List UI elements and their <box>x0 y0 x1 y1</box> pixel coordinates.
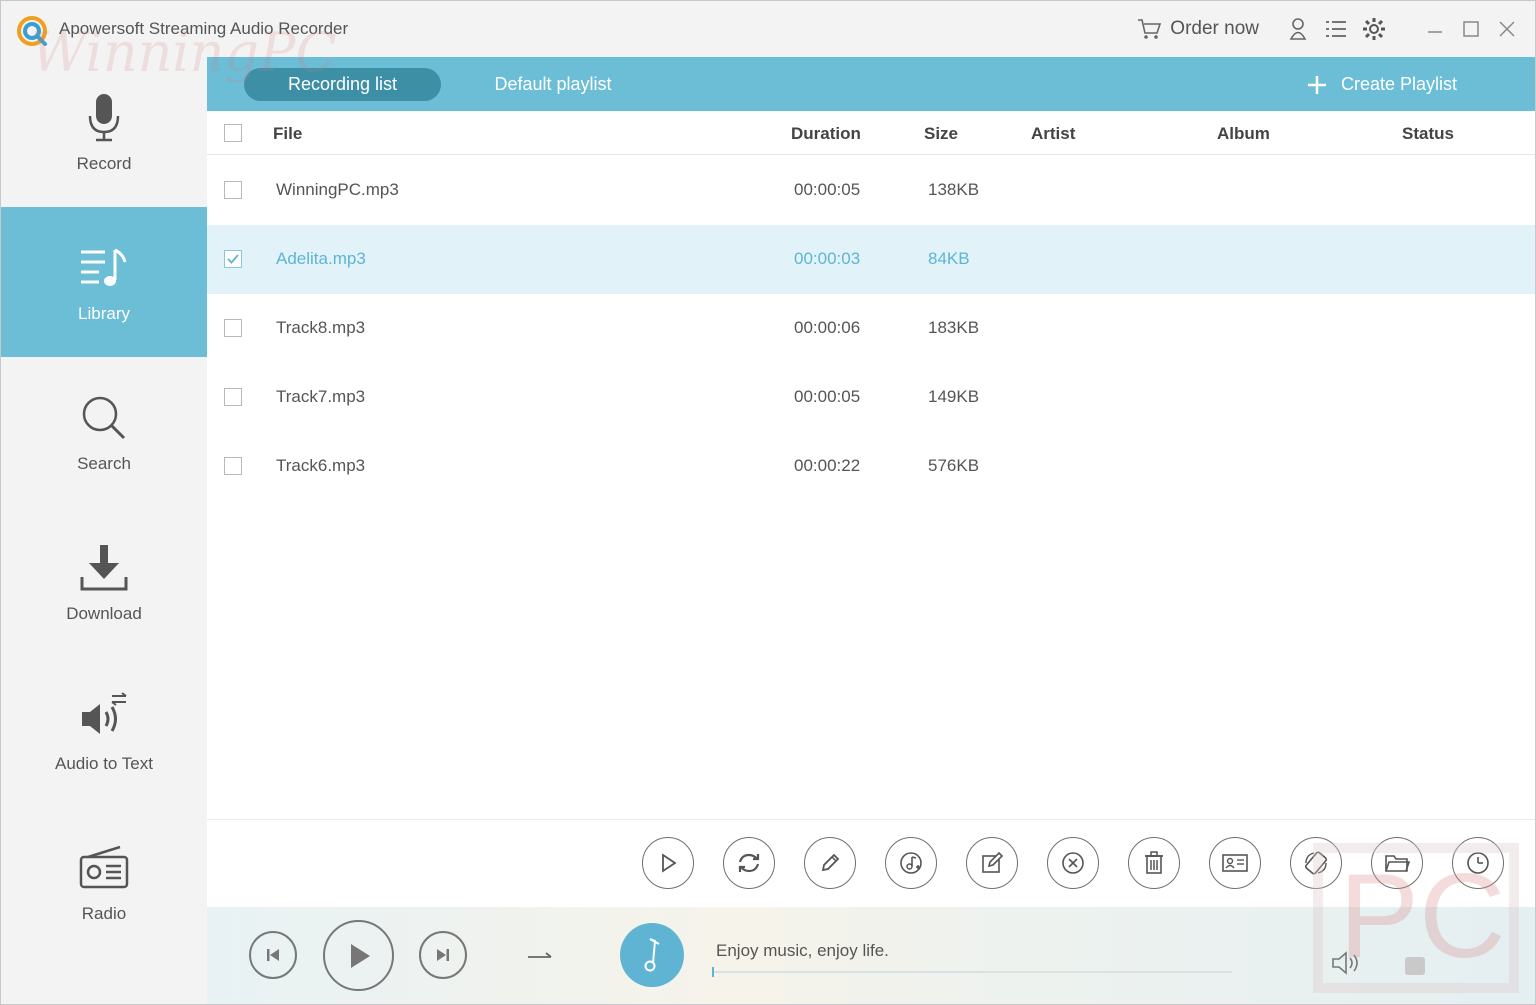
title-actions: Order now <box>1136 1 1535 57</box>
row-checkbox[interactable] <box>224 457 242 475</box>
column-file[interactable]: File <box>273 124 302 144</box>
remove-icon[interactable] <box>1047 837 1099 889</box>
order-now-label: Order now <box>1170 18 1259 39</box>
sidebar: Record Library Search Download Audio to <box>1 57 207 1004</box>
play-icon[interactable] <box>642 837 694 889</box>
column-status[interactable]: Status <box>1402 124 1454 144</box>
file-size: 138KB <box>928 180 980 199</box>
file-name: Track8.mp3 <box>276 318 366 337</box>
search-icon <box>76 390 132 446</box>
sidebar-item-download[interactable]: Download <box>1 507 207 657</box>
duration: 00:00:22 <box>794 456 861 475</box>
user-icon[interactable] <box>1285 16 1311 42</box>
duration: 00:00:05 <box>794 180 861 199</box>
create-playlist-button[interactable]: Create Playlist <box>1307 68 1457 101</box>
schedule-icon[interactable] <box>1452 837 1504 889</box>
radio-icon <box>76 840 132 896</box>
pencil-icon[interactable] <box>804 837 856 889</box>
sidebar-item-search[interactable]: Search <box>1 357 207 507</box>
row-checkbox[interactable] <box>224 319 242 337</box>
sidebar-item-label: Download <box>66 604 142 623</box>
order-now-button[interactable]: Order now <box>1136 17 1259 41</box>
table-row[interactable]: Adelita.mp3 00:00:03 84KB <box>207 225 1535 294</box>
checkmark-icon <box>227 254 239 264</box>
row-checkbox[interactable] <box>224 181 242 199</box>
sidebar-item-record[interactable]: Record <box>1 57 207 207</box>
tab-default-playlist[interactable]: Default playlist <box>477 68 629 101</box>
sidebar-item-label: Radio <box>81 904 127 923</box>
table-row[interactable]: Track8.mp3 00:00:06 183KB <box>207 294 1535 363</box>
action-toolbar <box>207 819 1535 907</box>
duration: 00:00:05 <box>794 387 861 406</box>
folder-icon[interactable] <box>1371 837 1423 889</box>
app-logo-icon <box>17 16 47 46</box>
music-add-icon[interactable] <box>885 837 937 889</box>
ringtone-icon[interactable] <box>1290 837 1342 889</box>
select-all-checkbox[interactable] <box>224 124 242 142</box>
convert-icon[interactable] <box>723 837 775 889</box>
trash-icon[interactable] <box>1128 837 1180 889</box>
sidebar-item-audio-to-text[interactable]: Audio to Text <box>1 657 207 807</box>
tab-bar: Recording list Default playlist Create P… <box>207 57 1535 111</box>
file-name: Track7.mp3 <box>276 387 366 406</box>
player-bar: Enjoy music, enjoy life. <box>207 907 1535 1004</box>
sidebar-item-label: Search <box>77 454 131 473</box>
sequence-arrow-icon[interactable] <box>525 947 555 965</box>
file-name: WinningPC.mp3 <box>276 180 399 199</box>
create-playlist-label: Create Playlist <box>1340 74 1457 94</box>
maximize-icon[interactable] <box>1453 11 1489 47</box>
sidebar-item-library[interactable]: Library <box>1 207 207 357</box>
file-name: Adelita.mp3 <box>276 249 366 268</box>
gear-icon[interactable] <box>1361 16 1387 42</box>
duration: 00:00:03 <box>794 249 861 268</box>
volume-icon[interactable] <box>1329 949 1363 977</box>
plus-icon <box>1307 75 1326 94</box>
column-album[interactable]: Album <box>1217 124 1270 144</box>
table-row[interactable]: Track6.mp3 00:00:22 576KB <box>207 432 1535 501</box>
sidebar-item-label: Audio to Text <box>55 754 153 773</box>
app-title: Apowersoft Streaming Audio Recorder <box>59 19 349 38</box>
sidebar-item-label: Record <box>76 154 132 173</box>
column-artist[interactable]: Artist <box>1031 124 1075 144</box>
id3-tag-icon[interactable] <box>1209 837 1261 889</box>
table-row[interactable]: Track7.mp3 00:00:05 149KB <box>207 363 1535 432</box>
player-play-icon[interactable] <box>323 920 394 991</box>
edit-icon[interactable] <box>966 837 1018 889</box>
sidebar-item-label: Library <box>78 304 130 323</box>
table-row[interactable]: WinningPC.mp3 00:00:05 138KB <box>207 156 1535 225</box>
cart-icon <box>1138 19 1162 39</box>
app-window: Apowersoft Streaming Audio Recorder Orde… <box>0 0 1536 1005</box>
next-icon[interactable] <box>419 931 467 979</box>
now-playing-disc-icon <box>620 923 684 987</box>
column-size[interactable]: Size <box>924 124 958 144</box>
column-duration[interactable]: Duration <box>791 124 861 144</box>
previous-icon[interactable] <box>249 931 297 979</box>
volume-slider[interactable] <box>1405 957 1425 975</box>
download-icon <box>76 540 132 596</box>
file-size: 576KB <box>928 456 980 475</box>
title-bar: Apowersoft Streaming Audio Recorder Orde… <box>1 1 1535 57</box>
now-playing-text: Enjoy music, enjoy life. <box>716 941 889 960</box>
row-checkbox-checked[interactable] <box>224 250 242 268</box>
microphone-icon <box>76 90 132 146</box>
progress-bar[interactable] <box>712 967 1232 977</box>
minimize-icon[interactable] <box>1417 11 1453 47</box>
file-size: 183KB <box>928 318 980 337</box>
file-size: 149KB <box>928 387 980 406</box>
tab-recording-list[interactable]: Recording list <box>244 68 441 101</box>
file-name: Track6.mp3 <box>276 456 366 475</box>
sidebar-item-radio[interactable]: Radio <box>1 807 207 957</box>
row-checkbox[interactable] <box>224 388 242 406</box>
music-library-icon <box>76 240 132 296</box>
table-header: File Duration Size Artist Album Status <box>207 111 1535 155</box>
progress-handle[interactable] <box>712 967 714 977</box>
audio-to-text-icon <box>76 690 132 746</box>
duration: 00:00:06 <box>794 318 861 337</box>
close-icon[interactable] <box>1489 11 1525 47</box>
file-size: 84KB <box>928 249 970 268</box>
menu-list-icon[interactable] <box>1323 16 1349 42</box>
